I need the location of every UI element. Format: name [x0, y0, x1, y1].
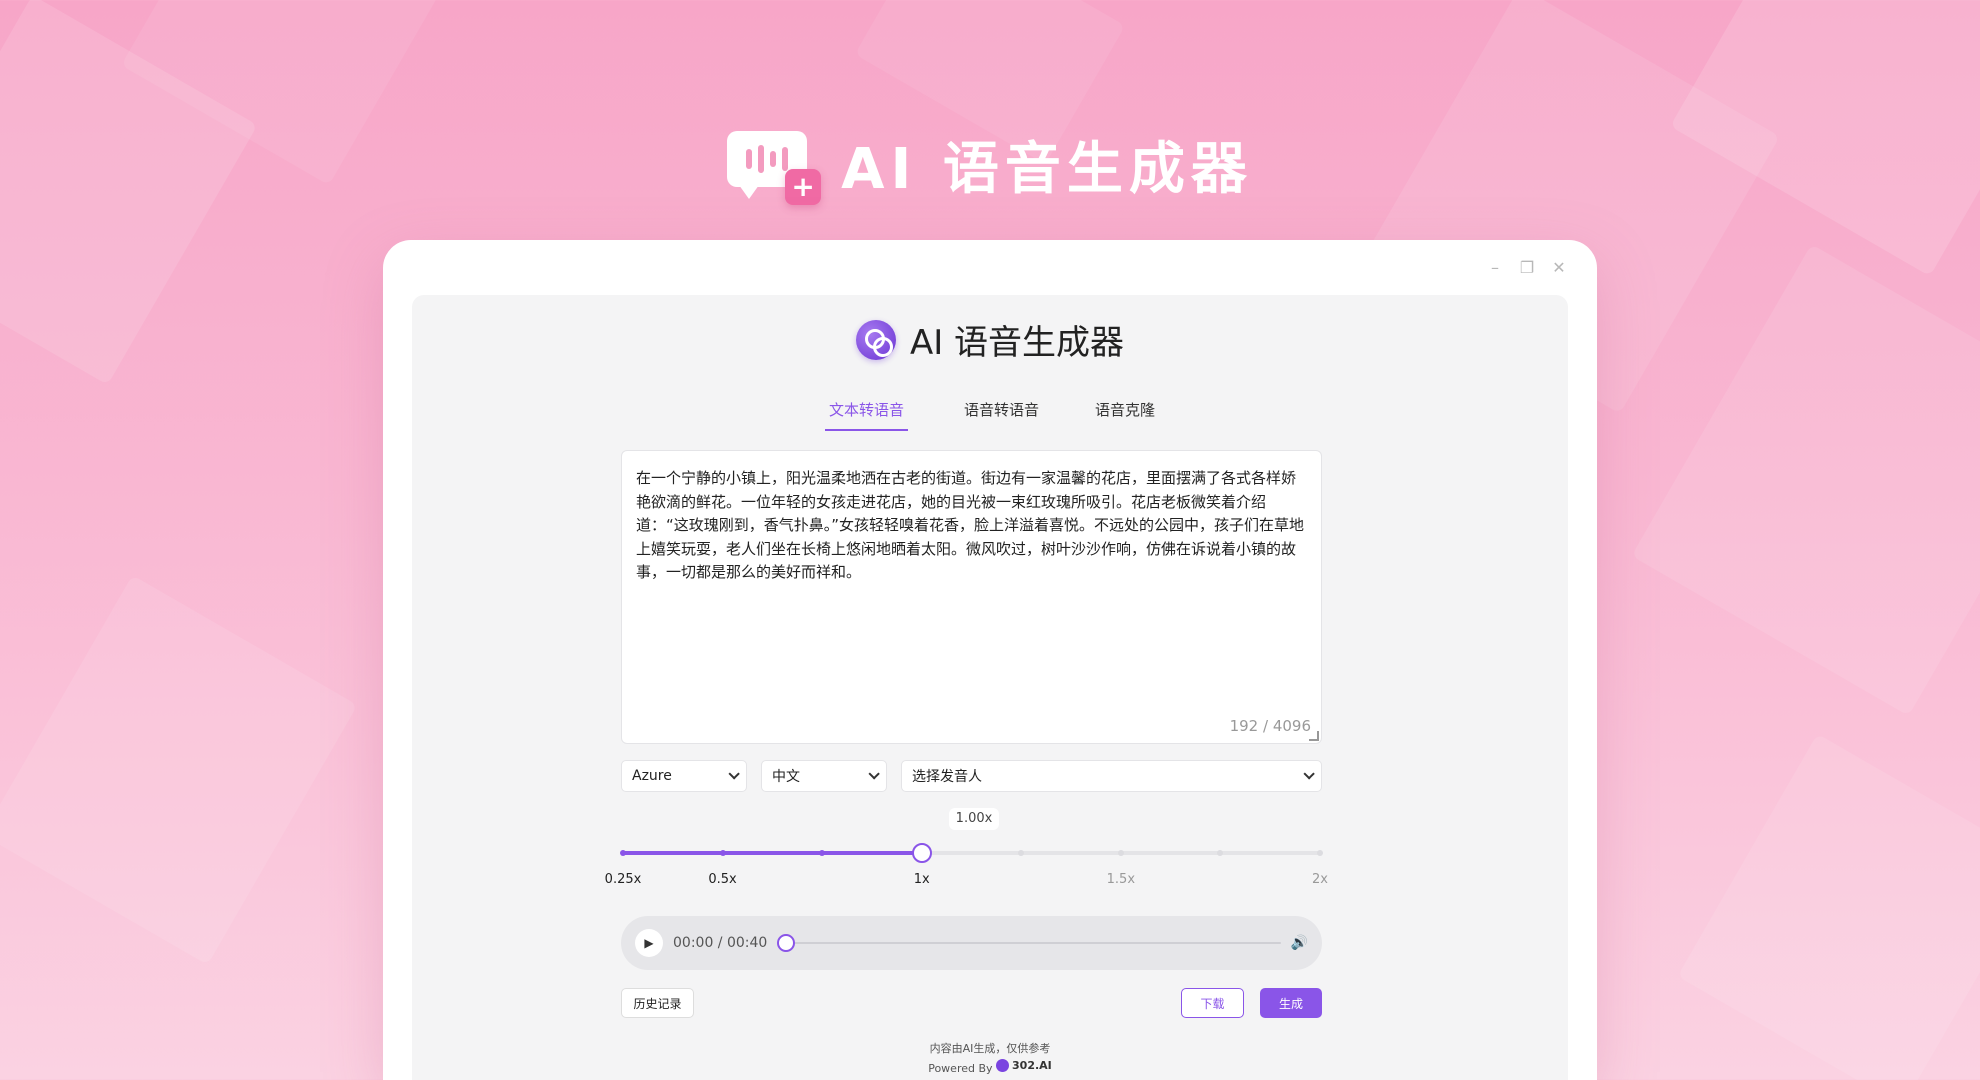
generate-button[interactable]: 生成 — [1260, 988, 1322, 1018]
mode-tabs: 文本转语音 语音转语音 语音克隆 — [412, 399, 1568, 431]
seek-bar[interactable] — [777, 933, 1281, 953]
speed-step-dot[interactable] — [1317, 850, 1323, 856]
speed-tick-label: 0.5x — [708, 872, 737, 887]
language-select[interactable]: 中文 — [761, 760, 887, 792]
ai-disclaimer: 内容由AI生成，仅供参考 — [929, 1042, 1051, 1055]
bg-shape — [0, 575, 358, 965]
chevron-down-icon — [728, 768, 740, 780]
player-time: 00:00 / 00:40 — [673, 935, 768, 951]
speed-step-dot[interactable] — [1018, 850, 1025, 856]
302-ai-logo-icon — [855, 319, 896, 360]
seek-track[interactable] — [777, 942, 1281, 944]
provider-select-value: Azure — [632, 768, 672, 784]
tab-voice-clone[interactable]: 语音克隆 — [1095, 399, 1155, 431]
speed-slider[interactable] — [620, 843, 1323, 863]
app-content: AI 语音生成器 文本转语音 语音转语音 语音克隆 在一个宁静的小镇上，阳光温柔… — [412, 295, 1568, 1080]
speed-tick-label: 1.5x — [1106, 872, 1136, 887]
seek-thumb[interactable] — [777, 934, 796, 952]
text-input[interactable]: 在一个宁静的小镇上，阳光温柔地洒在古老的街道。街边有一家温馨的花店，里面摆满了各… — [621, 450, 1322, 744]
language-select-value: 中文 — [772, 769, 800, 785]
hero-banner: + AI 语音生成器 — [0, 124, 1980, 205]
restore-icon[interactable]: ❐ — [1519, 258, 1535, 277]
window-controls: – ❐ ✕ — [1487, 258, 1567, 277]
app-window: – ❐ ✕ AI 语音生成器 文本转语音 语音转语音 语音克隆 在一个宁静的小镇… — [383, 240, 1597, 1080]
char-counter: 192 / 4096 — [1229, 717, 1311, 735]
footer: 内容由AI生成，仅供参考 Powered By 302.AI — [412, 1040, 1568, 1077]
bg-shape — [1631, 244, 1980, 716]
chevron-down-icon — [1303, 768, 1315, 780]
provider-select[interactable]: Azure — [621, 760, 747, 792]
close-icon[interactable]: ✕ — [1551, 258, 1567, 277]
tab-speech-to-speech[interactable]: 语音转语音 — [964, 399, 1039, 431]
hero-title: AI 语音生成器 — [841, 137, 1253, 202]
speed-step-dot[interactable] — [719, 850, 726, 856]
play-icon[interactable]: ▶ — [635, 929, 663, 957]
audio-player: ▶ 00:00 / 00:40 🔊 — [621, 916, 1322, 970]
speed-value-tooltip: 1.00x — [949, 808, 999, 830]
voice-select-placeholder: 选择发音人 — [912, 769, 982, 785]
powered-by-label: Powered By — [928, 1062, 993, 1075]
speed-step-dot[interactable] — [1217, 850, 1224, 856]
brand-link[interactable]: 302.AI — [996, 1057, 1052, 1074]
chevron-down-icon — [868, 768, 880, 780]
minimize-icon[interactable]: – — [1487, 258, 1503, 277]
voice-options: Azure 中文 选择发音人 — [621, 760, 1322, 792]
brand-name: 302.AI — [1012, 1059, 1052, 1072]
voice-select[interactable]: 选择发音人 — [901, 760, 1322, 792]
speed-step-dot[interactable] — [819, 850, 826, 856]
history-button[interactable]: 历史记录 — [621, 988, 694, 1018]
speed-step-dot[interactable] — [1117, 850, 1124, 856]
tab-text-to-speech[interactable]: 文本转语音 — [824, 399, 908, 431]
speed-tick-label: 2x — [1312, 872, 1328, 887]
speed-tick-label: 0.25x — [604, 872, 642, 887]
app-header: AI 语音生成器 — [412, 315, 1568, 364]
speed-tick-label: 1x — [913, 872, 930, 887]
302-ai-logo-icon — [996, 1059, 1010, 1072]
voice-bubble-plus-icon: + — [727, 125, 822, 205]
speed-slider-thumb[interactable] — [911, 843, 932, 863]
speed-slider-fill — [623, 851, 922, 855]
speed-tick-labels: 0.25x 0.5x 1x 1.5x 2x — [605, 872, 1328, 888]
bg-shape — [1677, 733, 1980, 1080]
resize-handle-icon[interactable] — [1309, 731, 1319, 741]
volume-icon[interactable]: 🔊 — [1291, 935, 1308, 951]
page-title: AI 语音生成器 — [909, 323, 1125, 363]
speed-step-dot[interactable] — [620, 850, 626, 856]
powered-by: Powered By 302.AI — [412, 1057, 1568, 1077]
download-button[interactable]: 下载 — [1181, 988, 1244, 1018]
text-input-content[interactable]: 在一个宁静的小镇上，阳光温柔地洒在古老的街道。街边有一家温馨的花店，里面摆满了各… — [636, 467, 1307, 585]
